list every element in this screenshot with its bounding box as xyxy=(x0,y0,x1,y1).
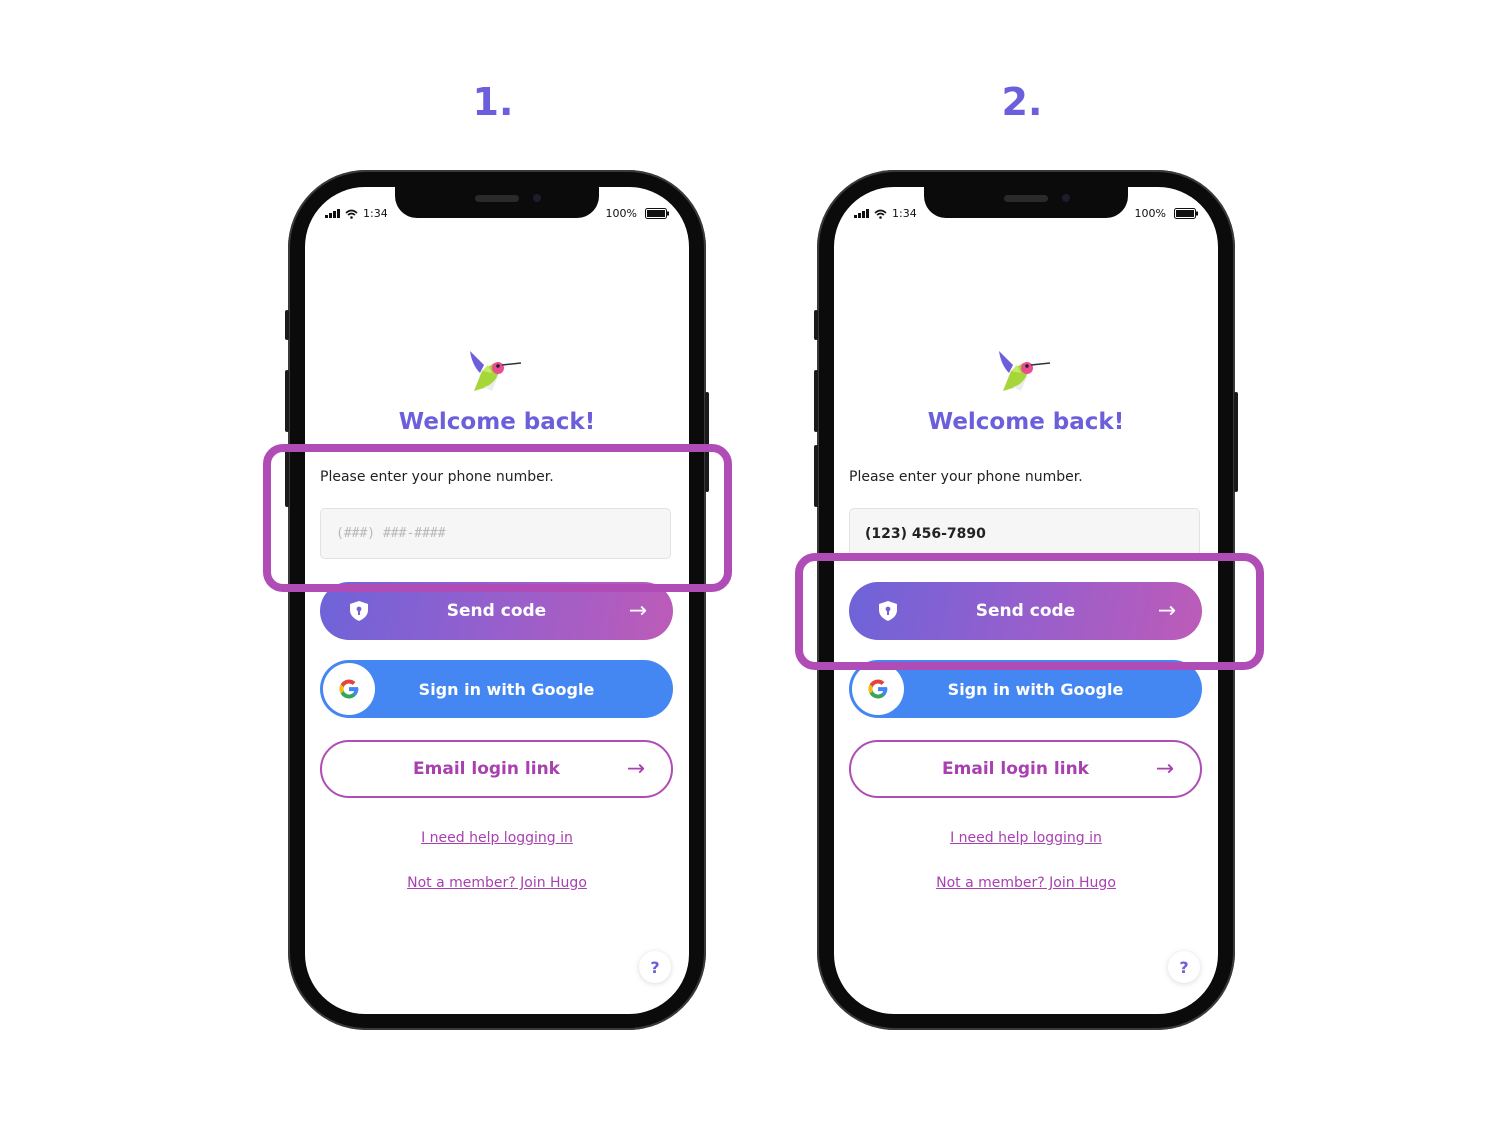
phone-label: Please enter your phone number. xyxy=(849,469,1083,485)
shield-lock-icon xyxy=(350,601,368,621)
email-login-label: Email login link xyxy=(413,759,560,779)
phone-number-input[interactable]: (123) 456-7890 xyxy=(849,508,1200,559)
google-logo-icon xyxy=(852,663,904,715)
status-right: 100% xyxy=(1135,207,1198,220)
phone-mockup-1: 1:34 100% Welcome back! Please enter you… xyxy=(285,170,709,1030)
camera xyxy=(1062,194,1070,202)
arrow-right-icon: → xyxy=(1155,756,1174,782)
side-button xyxy=(814,370,818,432)
help-button[interactable]: ? xyxy=(1168,951,1200,983)
phone-screen: 1:34 100% Welcome back! Please enter you… xyxy=(305,187,689,1014)
notch xyxy=(395,187,599,218)
status-right: 100% xyxy=(606,207,669,220)
help-button[interactable]: ? xyxy=(639,951,671,983)
wifi-icon xyxy=(345,209,358,219)
battery-icon xyxy=(1174,208,1198,219)
status-left: 1:34 xyxy=(325,207,388,220)
signal-icon xyxy=(854,209,869,218)
step-label-2: 2. xyxy=(1001,80,1043,124)
camera xyxy=(533,194,541,202)
side-button xyxy=(285,310,289,340)
sign-in-google-button[interactable]: Sign in with Google xyxy=(320,660,673,718)
step-label-1: 1. xyxy=(472,80,514,124)
battery-percent: 100% xyxy=(1134,207,1166,220)
highlight-box-send-code xyxy=(795,553,1264,670)
join-hugo-link[interactable]: Not a member? Join Hugo xyxy=(305,875,689,891)
email-login-link-button[interactable]: Email login link → xyxy=(320,740,673,798)
email-login-link-button[interactable]: Email login link → xyxy=(849,740,1202,798)
arrow-right-icon: → xyxy=(628,598,647,624)
wifi-icon xyxy=(874,209,887,219)
status-time: 1:34 xyxy=(363,207,388,220)
help-logging-in-link[interactable]: I need help logging in xyxy=(305,830,689,846)
hummingbird-logo xyxy=(999,351,1051,391)
highlight-box-phone-input xyxy=(263,444,732,592)
side-button xyxy=(814,310,818,340)
welcome-title: Welcome back! xyxy=(927,409,1125,435)
send-code-label: Send code xyxy=(446,601,547,621)
side-button xyxy=(1234,392,1238,492)
hummingbird-logo xyxy=(470,351,522,391)
speaker xyxy=(1004,195,1048,202)
side-button xyxy=(814,445,818,507)
battery-icon xyxy=(645,208,669,219)
help-logging-in-link[interactable]: I need help logging in xyxy=(834,830,1218,846)
google-label: Sign in with Google xyxy=(947,679,1124,699)
notch xyxy=(924,187,1128,218)
arrow-right-icon: → xyxy=(626,756,645,782)
email-login-label: Email login link xyxy=(942,759,1089,779)
join-hugo-link[interactable]: Not a member? Join Hugo xyxy=(834,875,1218,891)
signal-icon xyxy=(325,209,340,218)
google-logo-icon xyxy=(323,663,375,715)
battery-percent: 100% xyxy=(605,207,637,220)
google-label: Sign in with Google xyxy=(418,679,595,699)
status-left: 1:34 xyxy=(854,207,917,220)
status-time: 1:34 xyxy=(892,207,917,220)
welcome-title: Welcome back! xyxy=(398,409,596,435)
side-button xyxy=(285,370,289,432)
speaker xyxy=(475,195,519,202)
